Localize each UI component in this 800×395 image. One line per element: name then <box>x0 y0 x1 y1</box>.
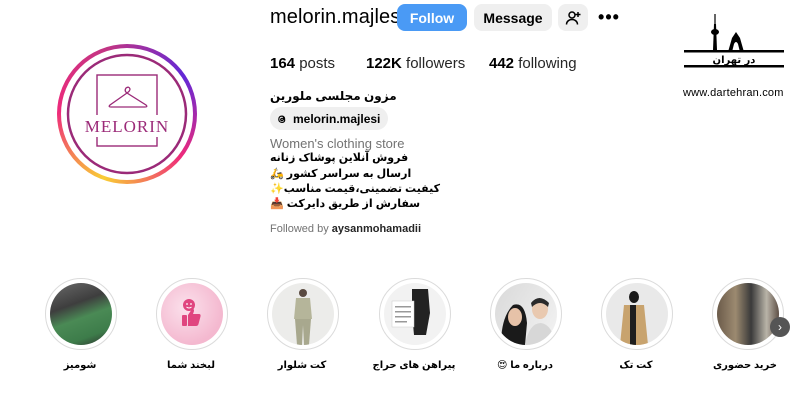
follow-button[interactable]: Follow <box>397 4 467 31</box>
highlight-about-us[interactable] <box>490 278 562 350</box>
highlight-label: شومیز <box>63 360 97 371</box>
bio-line-2: ارسال به سراسر کشور 🛵 <box>270 168 412 180</box>
following-count: 442 <box>489 55 515 72</box>
threads-icon <box>278 114 286 123</box>
followed-by[interactable]: Followed by aysanmohamadii <box>270 223 421 235</box>
dress-figure <box>391 289 430 335</box>
profile-username: melorin.majlesi <box>270 6 405 28</box>
following-stat[interactable]: 442 following <box>489 55 577 72</box>
highlight-cover <box>717 283 779 345</box>
posts-count: 164 <box>270 55 296 72</box>
chevron-right-icon: › <box>778 320 782 334</box>
highlight-in-person-shopping[interactable] <box>712 278 784 350</box>
highlight-suit[interactable] <box>267 278 339 350</box>
highlight-label: لبخند شما <box>167 360 215 371</box>
highlight-cover <box>50 283 112 345</box>
logo-wordmark: MELORIN <box>85 117 169 136</box>
threads-link[interactable]: melorin.majlesi <box>270 107 389 130</box>
following-label: following <box>518 55 577 72</box>
highlight-shomiz[interactable] <box>45 278 117 350</box>
melorin-logo: MELORIN <box>66 53 188 175</box>
highlight-single-coat[interactable] <box>601 278 673 350</box>
followers-stat[interactable]: 122K followers <box>366 55 465 72</box>
highlight-sale-dresses[interactable] <box>379 278 451 350</box>
highlight-label: درباره ما 😍 <box>497 360 553 371</box>
followers-count: 122K <box>366 55 402 72</box>
coat-figure <box>620 291 648 345</box>
highlight-smile[interactable] <box>156 278 228 350</box>
posts-label: posts <box>299 55 336 72</box>
highlight-label: خرید حضوری <box>713 360 777 371</box>
message-button[interactable]: Message <box>474 4 552 31</box>
highlight-cover <box>272 283 334 345</box>
threads-handle: melorin.majlesi <box>293 111 381 126</box>
suit-figure <box>294 289 312 345</box>
profile-category: Women's clothing store <box>270 136 405 151</box>
highlight-label: کت تک <box>619 360 653 371</box>
thumbs-up-icon <box>182 299 201 326</box>
next-highlights-button[interactable]: › <box>770 317 790 337</box>
followed-by-prefix: Followed by <box>270 223 329 235</box>
highlight-label: پیراهن های حراج <box>372 360 456 371</box>
hanger-icon <box>108 86 148 108</box>
suggest-user-button[interactable] <box>558 4 588 31</box>
bio-line-1: فروش آنلاین پوشاک زنانه <box>270 152 409 164</box>
highlight-cover <box>384 283 446 345</box>
highlight-cover <box>161 283 223 345</box>
posts-stat: 164 posts <box>270 55 335 72</box>
bio-line-4: سفارش از طریق دایرکت 📥 <box>270 198 421 210</box>
followed-by-user[interactable]: aysanmohamadii <box>332 223 421 235</box>
watermark-url: www.dartehran.com <box>683 87 784 99</box>
bio-line-3: کیفیت تضمینی،قیمت مناسب✨ <box>270 183 440 195</box>
couple-photo <box>501 298 555 345</box>
highlight-cover <box>606 283 668 345</box>
dartehran-logo: در تهران <box>684 14 784 68</box>
highlight-cover <box>495 283 557 345</box>
followers-label: followers <box>406 55 466 72</box>
highlight-label: کت شلوار <box>277 360 327 371</box>
profile-avatar[interactable]: MELORIN <box>66 53 188 175</box>
more-options-icon[interactable]: ••• <box>598 4 620 31</box>
profile-full-name: مزون مجلسی ملورین <box>270 89 397 103</box>
watermark-title: در تهران <box>713 55 756 66</box>
add-user-icon <box>565 10 581 25</box>
